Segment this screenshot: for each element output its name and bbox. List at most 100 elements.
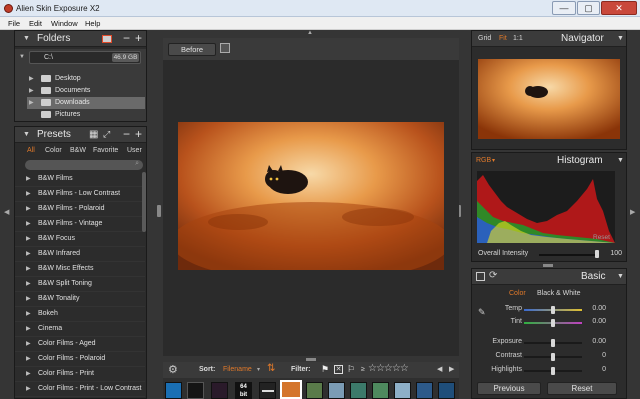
preset-item[interactable]: ▶ Color Films - Aged <box>15 337 145 352</box>
preset-item[interactable]: ▶ B&W Misc Effects <box>15 262 145 277</box>
thumbnail[interactable] <box>394 382 411 399</box>
preset-item[interactable]: ▶ B&W Films - Vintage <box>15 217 145 232</box>
add-folder-icon[interactable]: + <box>135 31 142 45</box>
thumbnail[interactable] <box>372 382 389 399</box>
sort-select[interactable]: Filename <box>223 366 252 373</box>
folder-item-downloads[interactable]: ▶ Downloads <box>27 97 145 109</box>
preset-item[interactable]: ▶ Cinema <box>15 322 145 337</box>
next-page-icon[interactable]: ▶ <box>449 365 454 373</box>
folder-item-pictures[interactable]: Pictures <box>27 109 145 119</box>
slider-knob[interactable] <box>551 319 555 327</box>
add-preset-icon[interactable]: + <box>135 127 142 141</box>
image-viewer[interactable] <box>163 60 459 356</box>
collapse-triangle-icon[interactable]: ▼ <box>617 157 624 164</box>
collapse-triangle-icon[interactable]: ▼ <box>23 131 30 138</box>
histogram-reset[interactable]: Reset <box>593 234 610 241</box>
flag-icon[interactable]: ⚑ <box>321 364 329 375</box>
tab-color[interactable]: Color <box>45 147 62 154</box>
unflagged-icon[interactable]: ⚐ <box>347 364 355 375</box>
histogram-mode-dropdown-icon[interactable]: ▾ <box>492 157 495 164</box>
close-button[interactable]: ✕ <box>601 1 637 15</box>
preset-item[interactable]: ▶ B&W Split Toning <box>15 277 145 292</box>
preset-item[interactable]: ▶ Color Films - Polaroid <box>15 352 145 367</box>
reset-button[interactable]: Reset <box>547 382 617 395</box>
collapse-triangle-icon[interactable]: ▼ <box>617 273 624 280</box>
folder-item-documents[interactable]: ▶ Documents <box>27 85 145 97</box>
zoom-1-1[interactable]: 1:1 <box>513 35 523 42</box>
slider-value[interactable]: 0.00 <box>584 318 606 325</box>
menu-help[interactable]: Help <box>85 19 100 28</box>
thumbnail[interactable] <box>211 382 228 399</box>
slider-tint[interactable]: Tint 0.00 <box>472 315 622 330</box>
preset-scrollbar[interactable] <box>142 172 146 232</box>
thumbnail[interactable] <box>350 382 367 399</box>
thumbnail[interactable] <box>259 382 276 399</box>
reject-flag-icon[interactable]: ✕ <box>334 365 343 374</box>
gear-icon[interactable]: ⚙ <box>168 363 178 376</box>
filmstrip-splitter-handle[interactable] <box>306 358 316 361</box>
expand-all-icon[interactable]: ⤢ <box>103 129 110 140</box>
grid-view-icon[interactable]: ▦ <box>89 129 98 140</box>
top-panel-collapse-icon[interactable]: ▲ <box>307 30 313 36</box>
overall-intensity-knob[interactable] <box>595 250 599 258</box>
slider-highlights[interactable]: Highlights 0 <box>472 363 622 378</box>
tab-user[interactable]: User <box>127 147 142 154</box>
slider-value[interactable]: 0 <box>584 352 606 359</box>
panel-toggle-icon[interactable] <box>476 272 485 281</box>
before-button[interactable]: Before <box>168 43 216 56</box>
thumbnail[interactable] <box>306 382 323 399</box>
sort-direction-icon[interactable]: ⇅ <box>267 363 275 374</box>
star-rating-filter-icon[interactable]: ☆☆☆☆☆ <box>368 363 409 374</box>
slider-knob[interactable] <box>551 339 555 347</box>
zoom-grid[interactable]: Grid <box>478 35 491 42</box>
thumbnail[interactable] <box>438 382 455 399</box>
thumbnail-64bit[interactable]: 64 bit <box>235 382 252 399</box>
thumbnail-selected[interactable] <box>280 380 302 399</box>
previous-button[interactable]: Previous <box>477 382 541 395</box>
preset-item[interactable]: ▶ B&W Infrared <box>15 247 145 262</box>
preset-item[interactable]: ▶ B&W Films <box>15 172 145 187</box>
slider-value[interactable]: 0 <box>584 366 606 373</box>
drive-row[interactable]: C:\ 46.9 GB <box>29 51 141 64</box>
slider-value[interactable]: 0.00 <box>584 338 606 345</box>
folder-view-icon[interactable] <box>102 35 112 43</box>
mode-tab-bw[interactable]: Black & White <box>537 290 581 297</box>
slider-contrast[interactable]: Contrast 0 <box>472 349 622 364</box>
preset-search-input[interactable]: ⌕ <box>25 160 143 170</box>
compare-view-icon[interactable] <box>220 43 230 53</box>
overall-intensity-track[interactable] <box>539 254 597 256</box>
minimize-button[interactable]: — <box>552 1 576 15</box>
right-panel-splitter-handle[interactable] <box>543 264 553 267</box>
expand-icon[interactable]: ▶ <box>29 87 34 94</box>
collapse-triangle-icon[interactable]: ▼ <box>617 35 624 42</box>
expand-icon[interactable]: ▶ <box>29 99 34 106</box>
histogram-mode[interactable]: RGB <box>476 157 491 164</box>
thumbnail[interactable] <box>328 382 345 399</box>
slider-knob[interactable] <box>551 353 555 361</box>
preset-item[interactable]: ▶ Bokeh <box>15 307 145 322</box>
menu-edit[interactable]: Edit <box>29 19 42 28</box>
menu-file[interactable]: File <box>8 19 20 28</box>
left-splitter-handle[interactable] <box>157 205 161 217</box>
preset-item[interactable]: ▶ B&W Films - Low Contrast <box>15 187 145 202</box>
tab-bw[interactable]: B&W <box>70 147 86 154</box>
remove-preset-icon[interactable]: − <box>123 127 130 141</box>
collapse-triangle-icon[interactable]: ▼ <box>23 35 30 42</box>
tab-favorite[interactable]: Favorite <box>93 147 118 154</box>
expand-icon[interactable]: ▶ <box>29 75 34 82</box>
preset-item[interactable]: ▶ Color Films - Print <box>15 367 145 382</box>
thumbnail[interactable] <box>165 382 182 399</box>
remove-folder-icon[interactable]: − <box>123 31 130 45</box>
preset-item[interactable]: ▶ B&W Films - Polaroid <box>15 202 145 217</box>
refresh-icon[interactable]: ⟳ <box>489 270 497 281</box>
slider-knob[interactable] <box>551 306 555 314</box>
prev-page-icon[interactable]: ◀ <box>437 365 442 373</box>
preset-item[interactable]: ▶ B&W Tonality <box>15 292 145 307</box>
drive-expand-icon[interactable]: ▼ <box>19 54 25 60</box>
left-panel-collapse-icon[interactable]: ◀ <box>4 208 9 216</box>
thumbnail[interactable] <box>187 382 204 399</box>
folder-item-desktop[interactable]: ▶ Desktop <box>27 73 145 85</box>
slider-knob[interactable] <box>551 367 555 375</box>
thumbnail[interactable] <box>416 382 433 399</box>
right-panel-collapse-icon[interactable]: ▶ <box>630 208 635 216</box>
